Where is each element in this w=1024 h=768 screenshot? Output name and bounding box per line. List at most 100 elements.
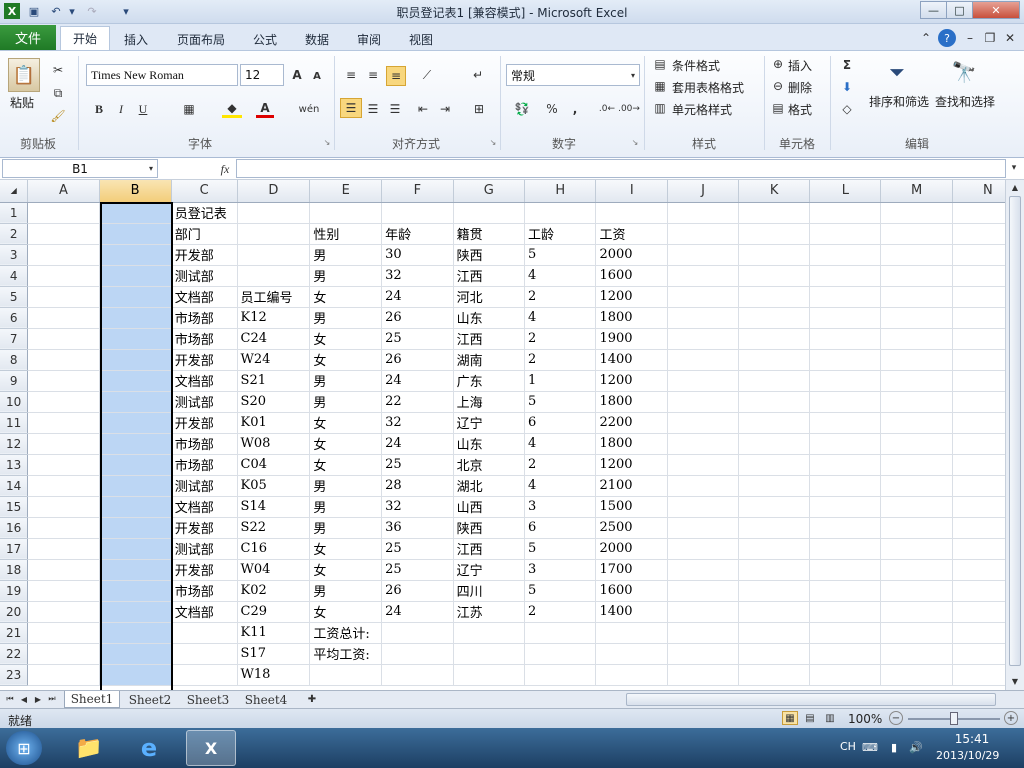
cell-f9[interactable]: 24 [381,370,454,392]
grow-font-icon[interactable]: A [289,67,305,83]
cell-d2[interactable] [237,223,311,245]
cell-k8[interactable] [738,349,811,371]
accounting-format-icon[interactable]: 💱 [510,100,534,118]
delete-cells-icon[interactable]: ⊖ [770,78,786,94]
cell-d6[interactable]: K12 [237,307,311,329]
cell-m20[interactable] [880,601,953,623]
cell-f11[interactable]: 32 [381,412,454,434]
orientation-icon[interactable]: ⟋ [416,66,438,84]
cell-k15[interactable] [738,496,811,518]
cell-a2[interactable] [27,223,100,245]
cell-m6[interactable] [880,307,953,329]
cell-e12[interactable]: 女 [309,433,383,455]
tab-view[interactable]: 视图 [402,28,440,50]
cell-h14[interactable]: 4 [524,475,597,497]
cell-i6[interactable]: 1800 [595,307,668,329]
sort-filter-icon[interactable]: ⏷ [880,56,914,88]
format-cells-icon[interactable]: ▤ [770,100,786,116]
cell-h4[interactable]: 4 [524,265,597,287]
cell-m12[interactable] [880,433,953,455]
align-right-icon[interactable]: ☰ [386,100,404,118]
page-layout-view-icon[interactable]: ▤ [802,711,818,725]
cell-d23[interactable]: W18 [237,664,311,686]
cell-a5[interactable] [27,286,100,308]
cell-g5[interactable]: 河北 [453,286,526,308]
cell-h15[interactable]: 3 [524,496,597,518]
cell-d21[interactable]: K11 [237,622,311,644]
cell-l9[interactable] [809,370,882,392]
cell-a21[interactable] [27,622,100,644]
column-header-b[interactable]: B [99,180,172,203]
paste-button[interactable]: 粘贴 [10,94,34,111]
row-header[interactable]: 21 [0,622,29,644]
cell-h22[interactable] [524,643,597,665]
cell-j21[interactable] [667,622,740,644]
cell-l2[interactable] [809,223,882,245]
cell-a11[interactable] [27,412,100,434]
zoom-in-icon[interactable]: + [1004,711,1018,725]
next-sheet-icon[interactable]: ▶ [32,693,44,705]
number-format-select[interactable]: 常规 [506,64,640,86]
cell-g22[interactable] [453,643,526,665]
fill-icon[interactable]: ⬇ [838,78,856,96]
tab-file[interactable]: 文件 [0,25,56,50]
formula-input[interactable] [236,159,1006,178]
cell-i13[interactable]: 1200 [595,454,668,476]
cell-m2[interactable] [880,223,953,245]
cell-l14[interactable] [809,475,882,497]
row-header[interactable]: 7 [0,328,29,350]
percent-style-button[interactable]: % [544,100,560,118]
font-size-select[interactable]: 12 [240,64,284,86]
cell-c22[interactable] [171,643,238,665]
cell-k21[interactable] [738,622,811,644]
cell-g15[interactable]: 山西 [453,496,526,518]
cell-a9[interactable] [27,370,100,392]
sort-filter-button[interactable]: 排序和筛选 [869,93,929,110]
decrease-decimal-icon[interactable]: .00→ [618,100,640,118]
cell-d20[interactable]: C29 [237,601,311,623]
cell-j18[interactable] [667,559,740,581]
cell-d4[interactable] [237,265,311,287]
tab-insert[interactable]: 插入 [114,28,158,50]
cell-i3[interactable]: 2000 [595,244,668,266]
font-dialog-launcher-icon[interactable]: ↘ [322,137,332,147]
cell-j12[interactable] [667,433,740,455]
row-header[interactable]: 3 [0,244,29,266]
phonetic-icon[interactable]: wén [298,100,320,118]
cell-f23[interactable] [381,664,454,686]
cell-e4[interactable]: 男 [309,265,383,287]
cell-i4[interactable]: 1600 [595,265,668,287]
row-header[interactable]: 2 [0,223,29,245]
cell-a15[interactable] [27,496,100,518]
cell-c16[interactable]: 开发部 [171,517,238,539]
cell-c14[interactable]: 测试部 [171,475,238,497]
cell-e9[interactable]: 男 [309,370,383,392]
column-header-a[interactable]: A [27,180,100,203]
cell-d3[interactable] [237,244,311,266]
cell-f1[interactable] [381,202,454,224]
cell-c21[interactable] [171,622,238,644]
cell-f2[interactable]: 年龄 [381,223,454,245]
close-button[interactable]: ✕ [972,1,1020,19]
sheet-tab-3[interactable]: Sheet3 [180,691,236,708]
column-header-g[interactable]: G [453,180,526,203]
first-sheet-icon[interactable]: ⏮ [4,693,16,705]
vertical-scroll-thumb[interactable] [1009,196,1021,666]
cell-m9[interactable] [880,370,953,392]
cell-d22[interactable]: S17 [237,643,311,665]
alignment-dialog-launcher-icon[interactable]: ↘ [488,137,498,147]
column-header-i[interactable]: I [595,180,668,203]
cell-i8[interactable]: 1400 [595,349,668,371]
cell-k4[interactable] [738,265,811,287]
zoom-level[interactable]: 100% [848,712,882,726]
row-header[interactable]: 4 [0,265,29,287]
autosum-button[interactable]: Σ [838,56,856,74]
cell-j8[interactable] [667,349,740,371]
cell-f4[interactable]: 32 [381,265,454,287]
cell-i22[interactable] [595,643,668,665]
cell-h23[interactable] [524,664,597,686]
cell-l7[interactable] [809,328,882,350]
cell-h16[interactable]: 6 [524,517,597,539]
cell-f17[interactable]: 25 [381,538,454,560]
row-header[interactable]: 22 [0,643,29,665]
